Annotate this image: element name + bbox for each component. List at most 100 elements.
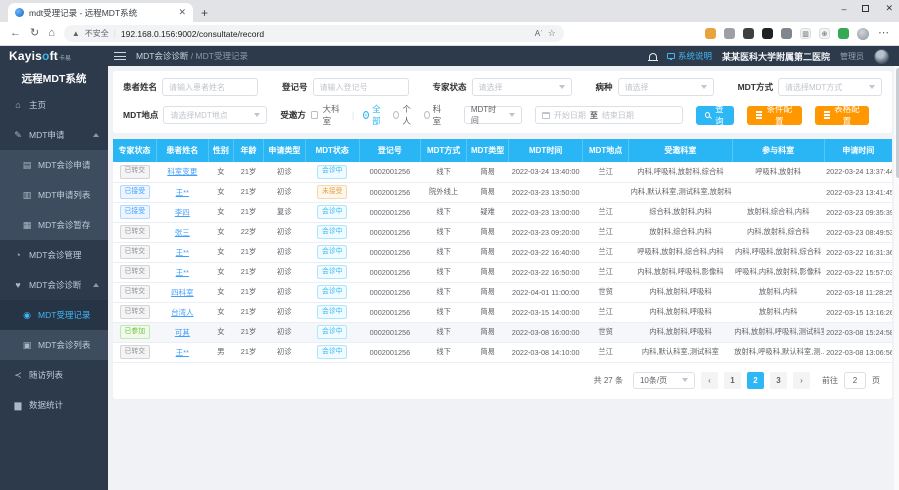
radio-label-全部[interactable]: 全部 xyxy=(372,103,383,127)
favorites-bar-icon[interactable]: ⊕ xyxy=(819,28,830,39)
sidebar-item-MDT受理记录[interactable]: ◉MDT受理记录 xyxy=(0,300,108,330)
calendar-icon xyxy=(542,112,550,119)
content-scrollbar[interactable] xyxy=(894,66,899,490)
close-icon[interactable]: ✕ xyxy=(885,3,893,14)
patient-name-link[interactable]: 李四 xyxy=(175,208,190,217)
table-row: 已转交王**女21岁初诊会诊中0002001256线下简易2022-03-22 … xyxy=(113,262,892,282)
split-screen-icon[interactable]: ▥ xyxy=(800,28,811,39)
page-size-select[interactable]: 10条/页 xyxy=(633,372,695,389)
column-header-患者姓名[interactable]: 患者姓名 xyxy=(157,139,208,162)
radio-个人[interactable] xyxy=(393,111,399,119)
sidebar-item-MDT申请[interactable]: ✎MDT申请 xyxy=(0,120,108,150)
sidebar-item-MDT会诊列表[interactable]: ▣MDT会诊列表 xyxy=(0,330,108,360)
patient-name-link[interactable]: 王** xyxy=(176,248,189,257)
browser-profile-avatar[interactable] xyxy=(857,28,869,40)
column-header-MDT类型[interactable]: MDT类型 xyxy=(467,139,509,162)
column-header-专家状态[interactable]: 专家状态 xyxy=(113,139,157,162)
disease-select[interactable]: 请选择 xyxy=(618,78,714,96)
radio-全部[interactable] xyxy=(363,111,369,119)
sidebar-item-主页[interactable]: ⌂主页 xyxy=(0,90,108,120)
patient-name-link[interactable]: 台湾人 xyxy=(171,308,194,317)
sidebar-item-数据统计[interactable]: ▆数据统计 xyxy=(0,390,108,420)
sidebar-item-MDT会诊管理[interactable]: ◔MDT会诊管理 xyxy=(0,240,108,270)
page-button-3[interactable]: 3 xyxy=(770,372,787,389)
mdt-mode-cell: 线下 xyxy=(421,202,467,222)
reg-no-input[interactable] xyxy=(313,78,409,96)
sidebar-item-MDT申请列表[interactable]: ▥MDT申请列表 xyxy=(0,180,108,210)
extension-icon-2[interactable] xyxy=(724,28,735,39)
column-header-申请类型[interactable]: 申请类型 xyxy=(263,139,305,162)
browser-tab[interactable]: mdt受理记录 - 远程MDT系统 ✕ xyxy=(8,3,193,22)
condition-config-button[interactable]: 条件配置 xyxy=(747,106,801,125)
notification-bell-icon[interactable] xyxy=(649,53,657,60)
minimize-icon[interactable]: – xyxy=(841,4,846,14)
new-tab-button[interactable]: + xyxy=(201,6,208,20)
big-dept-checkbox[interactable] xyxy=(311,111,318,119)
column-header-MDT地点[interactable]: MDT地点 xyxy=(583,139,629,162)
chevron-down-icon xyxy=(559,85,565,89)
prev-page-button[interactable]: ‹ xyxy=(701,372,718,389)
column-header-性别[interactable]: 性别 xyxy=(208,139,234,162)
home-icon[interactable]: ⌂ xyxy=(48,28,55,39)
radio-科室[interactable] xyxy=(424,111,430,119)
column-header-参与科室[interactable]: 参与科室 xyxy=(732,139,824,162)
mdt-type-cell: 简易 xyxy=(467,282,509,302)
patient-name-link[interactable]: 可其 xyxy=(175,328,190,337)
column-header-受邀科室[interactable]: 受邀科室 xyxy=(629,139,733,162)
page-button-2[interactable]: 2 xyxy=(747,372,764,389)
column-header-MDT方式[interactable]: MDT方式 xyxy=(421,139,467,162)
radio-label-科室[interactable]: 科室 xyxy=(433,103,444,127)
sidebar-collapse-icon[interactable] xyxy=(114,52,126,60)
expert-status-label: 专家状态 xyxy=(433,81,467,93)
extension-icon-1[interactable] xyxy=(705,28,716,39)
column-header-登记号[interactable]: 登记号 xyxy=(359,139,421,162)
favorite-star-icon[interactable]: ☆ xyxy=(548,29,556,38)
maximize-icon[interactable] xyxy=(862,5,869,12)
expert-status-badge: 已接受 xyxy=(120,185,150,199)
sidebar-item-label: 随访列表 xyxy=(29,369,63,381)
collections-icon[interactable] xyxy=(838,28,849,39)
extension-icon-3[interactable] xyxy=(743,28,754,39)
apply-time-cell: 2022-03-18 11:28:25 xyxy=(824,282,892,302)
extension-icon-4[interactable] xyxy=(762,28,773,39)
patient-name-link[interactable]: 王** xyxy=(176,348,189,357)
tab-close-icon[interactable]: ✕ xyxy=(178,7,186,18)
patient-name-link[interactable]: 张三 xyxy=(175,228,190,237)
column-header-申请时间[interactable]: 申请时间 xyxy=(824,139,892,162)
page-button-1[interactable]: 1 xyxy=(724,372,741,389)
expert-status-select[interactable]: 请选择 xyxy=(472,78,572,96)
mdt-time-select[interactable]: MDT时间 xyxy=(464,106,522,124)
address-bar[interactable]: ▲ 不安全 | 192.168.0.156:9002/consultate/re… xyxy=(64,25,564,42)
mdt-place-select[interactable]: 请选择MDT地点 xyxy=(163,106,267,124)
invited-radio-group: 全部个人科室 xyxy=(363,103,451,127)
patient-name-link[interactable]: 王** xyxy=(176,268,189,277)
next-page-button[interactable]: › xyxy=(793,372,810,389)
refresh-icon[interactable]: ↻ xyxy=(30,28,39,39)
system-doc-link[interactable]: 系统说明 xyxy=(667,50,712,62)
user-avatar[interactable] xyxy=(874,49,889,64)
radio-label-个人[interactable]: 个人 xyxy=(402,103,413,127)
column-header-年龄[interactable]: 年龄 xyxy=(234,139,264,162)
sidebar-item-随访列表[interactable]: ≺随访列表 xyxy=(0,360,108,390)
sidebar-item-MDT会诊暂存[interactable]: ▦MDT会诊暂存 xyxy=(0,210,108,240)
extension-icon-5[interactable] xyxy=(781,28,792,39)
date-range-picker[interactable]: 开始日期 至 结束日期 xyxy=(535,106,683,124)
browser-menu-icon[interactable]: ⋯ xyxy=(878,28,889,39)
patient-name-link[interactable]: 四科室 xyxy=(171,288,194,297)
patient-name-link[interactable]: 科室变更 xyxy=(167,167,197,176)
table-config-button[interactable]: 表格配置 xyxy=(815,106,869,125)
goto-page-input[interactable] xyxy=(844,372,866,389)
sidebar-item-MDT会诊诊断[interactable]: ♥MDT会诊诊断 xyxy=(0,270,108,300)
sidebar-item-MDT会诊申请[interactable]: ▤MDT会诊申请 xyxy=(0,150,108,180)
column-header-MDT状态[interactable]: MDT状态 xyxy=(305,139,359,162)
read-aloud-icon[interactable]: Aʾ xyxy=(535,30,543,38)
back-icon[interactable]: ← xyxy=(10,28,21,39)
mdt-mode-select[interactable]: 请选择MDT方式 xyxy=(778,78,882,96)
search-button[interactable]: 查询 xyxy=(696,106,734,125)
breadcrumb-parent[interactable]: MDT会诊诊断 xyxy=(136,51,188,61)
patient-name-input[interactable] xyxy=(162,78,258,96)
column-header-MDT时间[interactable]: MDT时间 xyxy=(509,139,583,162)
big-dept-checkbox-label[interactable]: 大科室 xyxy=(323,103,343,127)
sidebar-item-label: MDT会诊列表 xyxy=(38,339,90,351)
patient-name-link[interactable]: 王** xyxy=(176,188,189,197)
